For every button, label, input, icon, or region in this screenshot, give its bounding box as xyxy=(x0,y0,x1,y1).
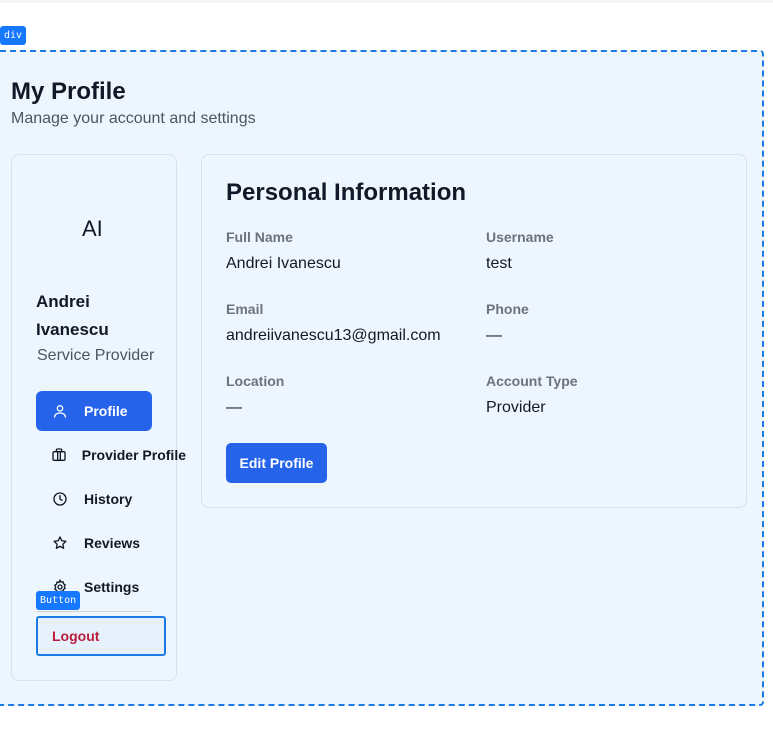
email-label: Email xyxy=(226,301,264,317)
briefcase-icon xyxy=(36,447,82,463)
sidebar-divider xyxy=(36,611,152,612)
username-value: test xyxy=(486,255,512,272)
sidebar-item-reviews[interactable]: Reviews xyxy=(36,523,186,563)
sidebar-item-history[interactable]: History xyxy=(36,479,186,519)
star-icon xyxy=(36,535,84,551)
full-name-value: Andrei Ivanescu xyxy=(226,255,341,272)
debug-tag-container: div xyxy=(0,26,27,45)
username-label: Username xyxy=(486,229,554,245)
user-icon xyxy=(36,403,84,419)
top-strip xyxy=(0,0,773,3)
sidebar-item-provider-profile[interactable]: Provider Profile xyxy=(36,435,186,475)
sidebar-item-label: Provider Profile xyxy=(81,447,186,463)
phone-label: Phone xyxy=(486,301,529,317)
clock-icon xyxy=(36,491,84,507)
sidebar-item-label: History xyxy=(84,491,133,507)
email-value: andreiivanescu13@gmail.com xyxy=(226,327,441,344)
phone-value: — xyxy=(486,327,502,344)
location-label: Location xyxy=(226,373,285,389)
account-type-value: Provider xyxy=(486,399,546,416)
section-title: Personal Information xyxy=(226,179,467,206)
location-value: — xyxy=(226,399,242,416)
logout-button[interactable]: Logout xyxy=(36,616,166,656)
debug-tag-button: Button xyxy=(36,591,81,610)
sidebar-item-profile[interactable]: Profile xyxy=(36,391,152,431)
account-type-label: Account Type xyxy=(486,373,578,389)
sidebar-item-label: Profile xyxy=(84,403,128,419)
user-role: Service Provider xyxy=(37,347,155,364)
page-subtitle: Manage your account and settings xyxy=(11,110,256,127)
user-name: Andrei Ivanescu xyxy=(36,292,109,339)
sidebar-item-label: Settings xyxy=(84,579,140,595)
avatar-initials: AI xyxy=(82,216,103,241)
sidebar-item-label: Reviews xyxy=(84,535,141,551)
full-name-label: Full Name xyxy=(226,229,293,245)
page-title: My Profile xyxy=(11,78,126,105)
edit-profile-button[interactable]: Edit Profile xyxy=(226,443,327,483)
